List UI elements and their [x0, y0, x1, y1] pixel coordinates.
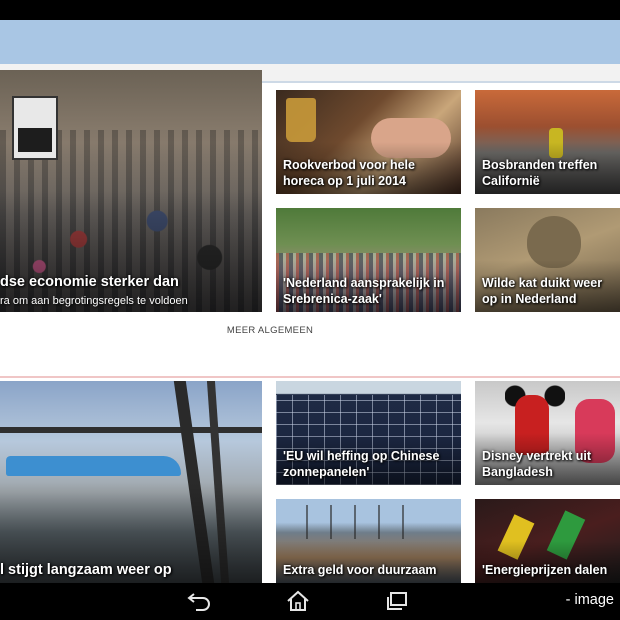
lead-article-algemeen[interactable]: dse economie sterker dan ra om aan begro… — [0, 70, 262, 312]
article-title: 'EU wil heffing op Chinese zonnepanelen' — [283, 449, 440, 479]
article-title: 'Nederland aansprakelijk in Srebrenica-z… — [283, 276, 445, 306]
lead-article-economie[interactable]: l stijgt langzaam weer op — [0, 381, 262, 583]
article-tile[interactable]: 'Energieprijzen dalen — [475, 499, 620, 583]
article-title: Extra geld voor duurzaam — [283, 563, 437, 577]
article-title: Wilde kat duikt weer op in Nederland — [482, 276, 603, 306]
article-tile[interactable]: Bosbranden treffen Californië — [475, 90, 620, 194]
lead-article-subtitle: ra om aan begrotingsregels te voldoen — [0, 295, 188, 307]
article-tile[interactable]: 'Nederland aansprakelijk in Srebrenica-z… — [276, 208, 461, 312]
recent-apps-icon[interactable] — [382, 587, 412, 615]
article-tile[interactable]: Wilde kat duikt weer op in Nederland — [475, 208, 620, 312]
article-tile[interactable]: Extra geld voor duurzaam — [276, 499, 461, 583]
article-title: Bosbranden treffen Californië — [482, 158, 598, 188]
article-title: Rookverbod voor hele horeca op 1 juli 20… — [283, 158, 415, 188]
watermark-label: - image — [565, 592, 614, 608]
article-tile[interactable]: 'EU wil heffing op Chinese zonnepanelen' — [276, 381, 461, 485]
app-header — [0, 20, 620, 64]
tile-image-harbor-cranes — [306, 505, 426, 539]
article-title: Disney vertrekt uit Bangladesh — [482, 449, 592, 479]
article-tile[interactable]: Disney vertrekt uit Bangladesh — [475, 381, 620, 485]
tile-image-glass — [286, 98, 316, 142]
navigation-bar: - image — [0, 583, 620, 620]
lead-image-sign-screen — [18, 128, 52, 152]
lead-article-title: l stijgt langzaam weer op — [0, 562, 172, 578]
article-title: 'Energieprijzen dalen — [482, 563, 608, 577]
tile-shade — [0, 191, 262, 312]
lead-article-title: dse economie sterker dan — [0, 274, 179, 290]
status-bar — [0, 0, 620, 20]
lead-image-beam — [0, 427, 262, 433]
lead-image-airplane — [6, 456, 181, 476]
article-tile[interactable]: Rookverbod voor hele horeca op 1 juli 20… — [276, 90, 461, 194]
back-icon[interactable] — [184, 587, 214, 615]
home-icon[interactable] — [283, 587, 313, 615]
more-algemeen-link[interactable]: MEER ALGEMEEN — [200, 325, 340, 336]
